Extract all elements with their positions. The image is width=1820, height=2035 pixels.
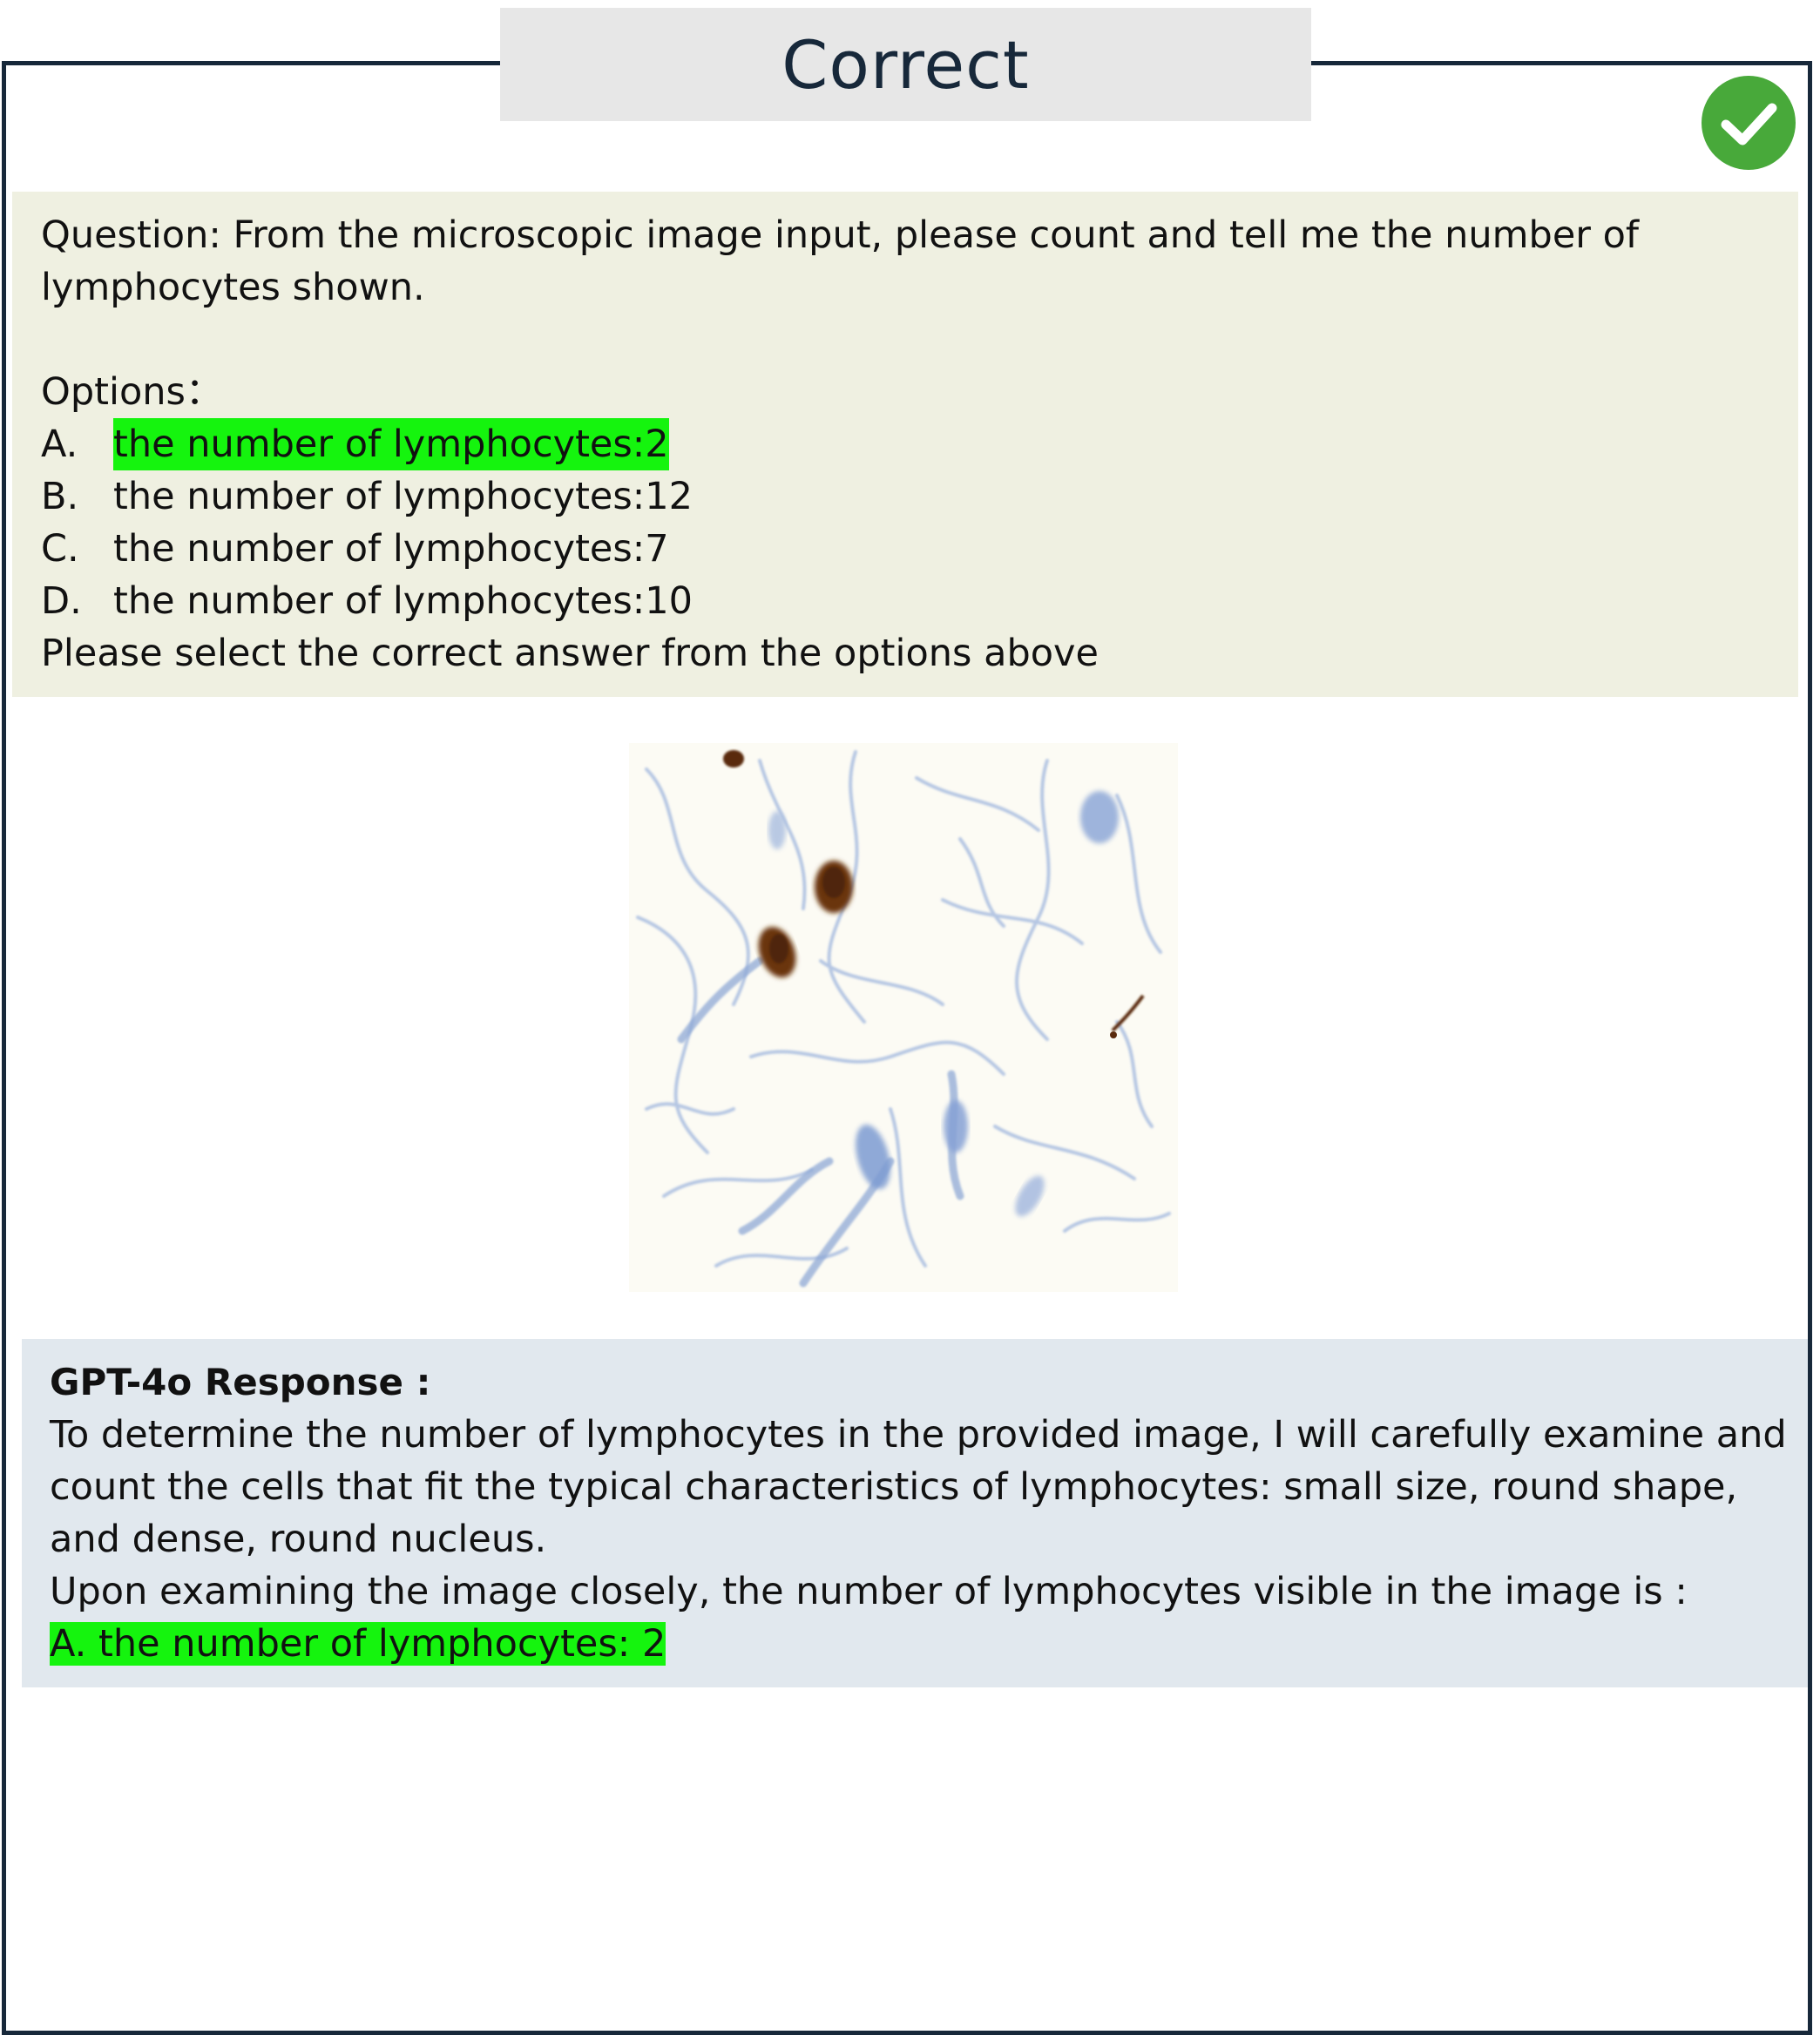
check-icon — [1702, 76, 1796, 170]
instruction-text: Please select the correct answer from th… — [41, 632, 1099, 675]
question-text-line-2: lymphocytes shown. — [41, 266, 425, 309]
option-a: A. the number of lymphocytes:2 — [41, 418, 1798, 470]
option-b: B. the number of lymphocytes:12 — [41, 470, 1798, 523]
option-text: the number of lymphocytes:7 — [113, 527, 669, 571]
response-text-line-2: count the cells that fit the typical cha… — [50, 1465, 1738, 1509]
response-text-line-3: and dense, round nucleus. — [50, 1518, 547, 1561]
option-text-highlighted: the number of lymphocytes:2 — [113, 418, 669, 470]
options-label: Options： — [41, 370, 223, 414]
option-c: C. the number of lymphocytes:7 — [41, 523, 1798, 575]
response-text-line-4: Upon examining the image closely, the nu… — [50, 1570, 1688, 1613]
response-heading: GPT-4o Response : — [50, 1361, 431, 1403]
response-panel: GPT-4o Response : To determine the numbe… — [22, 1339, 1808, 1687]
response-answer: A. the number of lymphocytes: 2 — [50, 1622, 666, 1666]
response-text-line-1: To determine the number of lymphocytes i… — [50, 1413, 1787, 1457]
option-letter: D. — [41, 579, 82, 623]
title-banner: Correct — [500, 8, 1311, 121]
question-panel: Question: From the microscopic image inp… — [12, 192, 1798, 697]
page-title: Correct — [781, 25, 1030, 104]
option-text: the number of lymphocytes:12 — [113, 475, 693, 518]
option-letter: C. — [41, 527, 79, 571]
option-letter: B. — [41, 475, 79, 518]
option-letter: A. — [41, 423, 78, 466]
option-d: D. the number of lymphocytes:10 — [41, 575, 1798, 627]
microscopy-image — [629, 743, 1178, 1292]
option-text: the number of lymphocytes:10 — [113, 579, 693, 623]
question-text-line-1: Question: From the microscopic image inp… — [41, 213, 1640, 257]
